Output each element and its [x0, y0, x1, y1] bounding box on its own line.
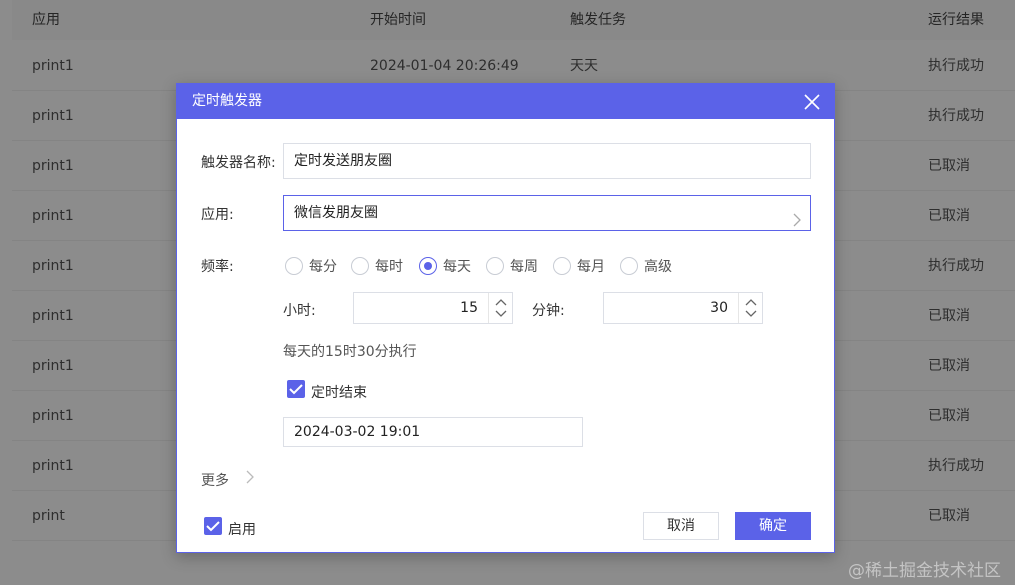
enable-label: 启用	[228, 522, 256, 538]
trigger-name-label: 触发器名称:	[201, 155, 276, 171]
chevron-right-icon	[792, 206, 802, 240]
chevron-down-icon[interactable]	[494, 309, 508, 319]
frequency-label: 频率:	[201, 259, 234, 275]
chevron-up-icon[interactable]	[494, 297, 508, 307]
hour-value: 15	[460, 300, 478, 316]
freq-radio-label: 每天	[443, 259, 471, 275]
freq-radio-label: 高级	[644, 259, 672, 275]
freq-radio-week[interactable]: 每周	[486, 256, 538, 276]
close-icon[interactable]	[802, 92, 822, 112]
freq-radio-label: 每周	[510, 259, 538, 275]
minute-stepper-arrows	[738, 293, 762, 323]
minute-stepper[interactable]: 30	[603, 292, 763, 324]
app-select[interactable]: 微信发朋友圈	[283, 195, 811, 231]
more-toggle[interactable]: 更多	[201, 470, 229, 490]
confirm-button[interactable]: 确定	[735, 512, 811, 540]
end-timer-label: 定时结束	[311, 385, 367, 401]
freq-radio-hour[interactable]: 每时	[351, 256, 403, 276]
chevron-up-icon[interactable]	[744, 297, 758, 307]
timer-trigger-dialog: 定时触发器 触发器名称: 定时发送朋友圈 应用: 微信发朋友圈 频率: 每分 每…	[176, 83, 835, 553]
radio-icon	[351, 257, 369, 275]
cancel-button[interactable]: 取消	[643, 512, 719, 540]
watermark: @稀土掘金技术社区	[848, 561, 1001, 581]
dialog-header: 定时触发器	[177, 84, 834, 119]
enable-checkbox[interactable]	[204, 517, 222, 535]
schedule-summary: 每天的15时30分执行	[283, 344, 417, 360]
freq-radio-label: 每月	[577, 259, 605, 275]
radio-icon	[285, 257, 303, 275]
hour-stepper-arrows	[488, 293, 512, 323]
check-icon	[206, 521, 220, 532]
minute-label: 分钟:	[532, 303, 565, 319]
app-select-value: 微信发朋友圈	[294, 205, 378, 221]
chevron-down-icon[interactable]	[744, 309, 758, 319]
end-timer-checkbox[interactable]	[287, 380, 305, 398]
minute-value: 30	[710, 300, 728, 316]
freq-radio-label: 每时	[375, 259, 403, 275]
hour-label: 小时:	[283, 303, 316, 319]
hour-stepper[interactable]: 15	[353, 292, 513, 324]
app-label: 应用:	[201, 207, 234, 223]
freq-radio-day[interactable]: 每天	[419, 256, 471, 276]
chevron-right-icon[interactable]	[245, 470, 255, 488]
dialog-title: 定时触发器	[192, 93, 262, 109]
trigger-name-input[interactable]: 定时发送朋友圈	[283, 143, 811, 179]
freq-radio-minute[interactable]: 每分	[285, 256, 337, 276]
end-datetime-input[interactable]: 2024-03-02 19:01	[283, 417, 583, 447]
freq-radio-advanced[interactable]: 高级	[620, 256, 672, 276]
radio-selected-icon	[419, 257, 437, 275]
check-icon	[289, 384, 303, 395]
radio-icon	[486, 257, 504, 275]
freq-radio-label: 每分	[309, 259, 337, 275]
freq-radio-month[interactable]: 每月	[553, 256, 605, 276]
radio-icon	[553, 257, 571, 275]
radio-icon	[620, 257, 638, 275]
